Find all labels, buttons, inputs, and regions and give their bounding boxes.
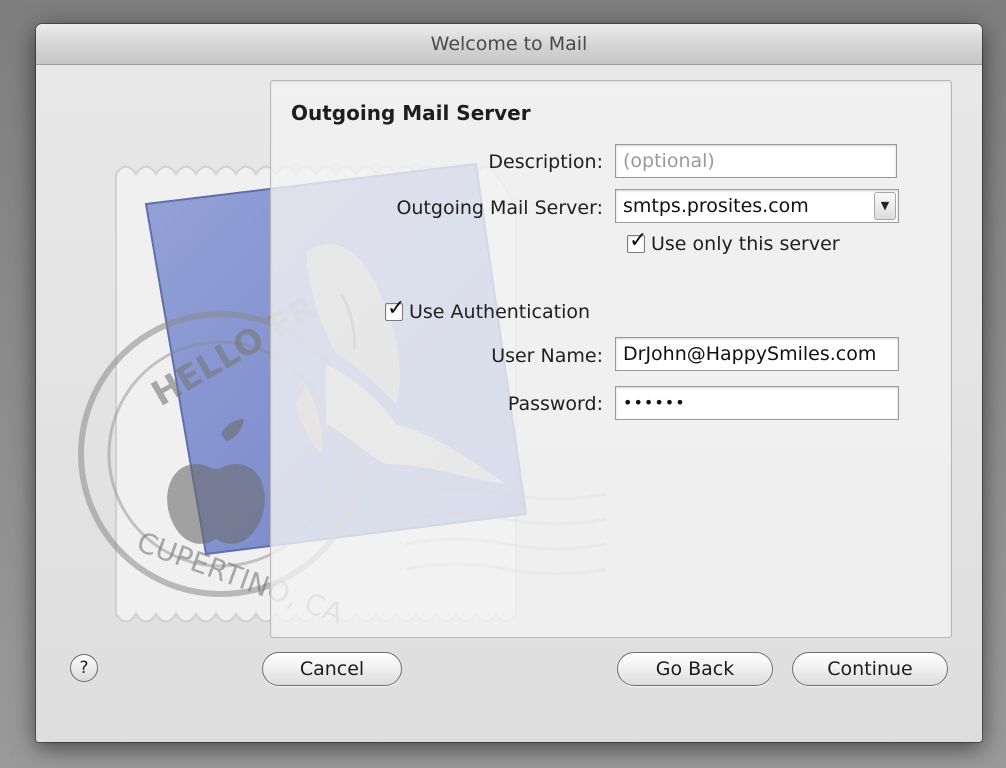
title-bar[interactable]: Welcome to Mail	[36, 24, 982, 65]
window-title: Welcome to Mail	[430, 33, 588, 55]
password-value: ••••••	[623, 393, 686, 412]
use-authentication-checkbox-row[interactable]: ✓ Use Authentication	[385, 298, 591, 323]
use-only-this-server-checkbox[interactable]: ✓	[627, 230, 647, 253]
user-name-input[interactable]: DrJohn@HappySmiles.com	[615, 337, 899, 371]
settings-panel: Outgoing Mail Server Description: Outgoi…	[270, 80, 952, 638]
check-icon: ✓	[387, 296, 406, 321]
password-label: Password:	[507, 393, 603, 415]
outgoing-server-select[interactable]: smtps.prosites.com ▼	[615, 189, 899, 223]
user-name-value: DrJohn@HappySmiles.com	[623, 343, 877, 365]
use-only-this-server-checkbox-row[interactable]: ✓ Use only this server	[627, 230, 840, 255]
password-input[interactable]: ••••••	[615, 386, 899, 420]
use-authentication-label: Use Authentication	[409, 301, 591, 323]
description-input[interactable]	[615, 144, 897, 178]
outgoing-server-value: smtps.prosites.com	[623, 195, 809, 217]
use-authentication-checkbox[interactable]: ✓	[385, 298, 405, 321]
user-name-label: User Name:	[491, 345, 603, 367]
description-label: Description:	[488, 151, 603, 173]
chevron-down-icon[interactable]: ▼	[874, 192, 896, 220]
help-button[interactable]: ?	[70, 654, 98, 682]
question-icon: ?	[79, 658, 89, 678]
continue-button[interactable]: Continue	[792, 652, 948, 686]
panel-title: Outgoing Mail Server	[291, 101, 531, 125]
cancel-button[interactable]: Cancel	[262, 652, 402, 686]
outgoing-server-label: Outgoing Mail Server:	[396, 197, 603, 219]
mail-setup-window: Welcome to Mail HELLO FR CUPERTINO, CA O…	[36, 24, 982, 742]
check-icon: ✓	[629, 228, 648, 253]
go-back-button[interactable]: Go Back	[617, 652, 773, 686]
use-only-this-server-label: Use only this server	[651, 233, 840, 255]
